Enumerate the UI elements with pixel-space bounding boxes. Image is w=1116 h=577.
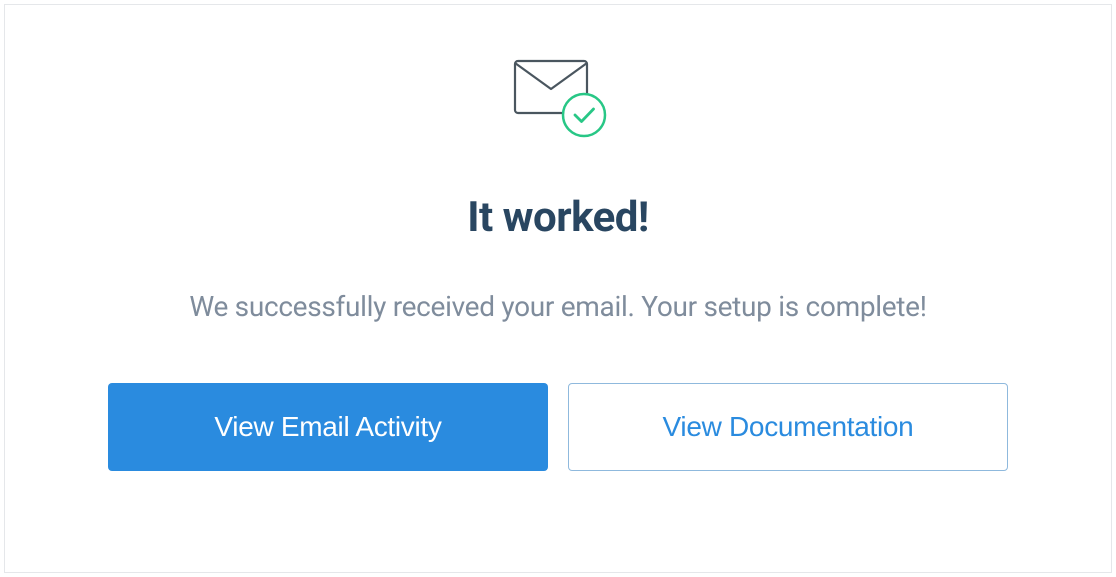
success-card: It worked! We successfully received your… bbox=[4, 4, 1112, 573]
view-email-activity-button[interactable]: View Email Activity bbox=[108, 383, 548, 471]
success-heading: It worked! bbox=[467, 193, 649, 242]
button-row: View Email Activity View Documentation bbox=[108, 383, 1008, 471]
success-subtext: We successfully received your email. You… bbox=[189, 290, 926, 323]
view-documentation-button[interactable]: View Documentation bbox=[568, 383, 1008, 471]
envelope-check-icon bbox=[504, 53, 612, 147]
